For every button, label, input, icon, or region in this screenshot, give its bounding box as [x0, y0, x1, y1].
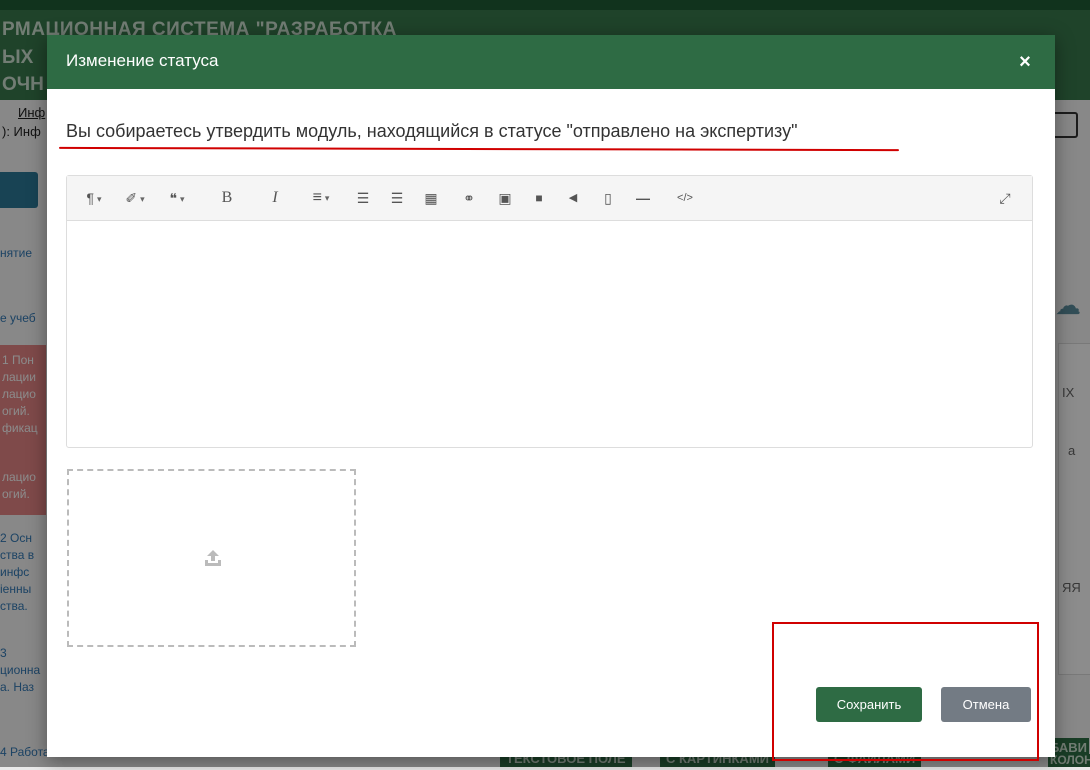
image-button[interactable]: ▣ [495, 188, 515, 208]
fullscreen-icon: ⤢ [999, 190, 1011, 206]
file-upload-dropzone[interactable] [67, 469, 356, 647]
code-icon: </> [677, 192, 693, 204]
file-button[interactable]: ▯ [598, 188, 618, 208]
quote-icon: ❝ [169, 190, 177, 206]
editor-toolbar: ¶ ▾ ✐ ▾ ❝ ▾ B I ≡ ▾ ☰ ☰ ▦ ⚭ ▣ ■ ◀ ▯ — </> ⤢ [67, 176, 1032, 221]
text-style-button[interactable]: ✐ ▾ [119, 188, 151, 208]
rich-text-editor: ¶ ▾ ✐ ▾ ❝ ▾ B I ≡ ▾ ☰ ☰ ▦ ⚭ ▣ ■ ◀ ▯ — </> ⤢ [66, 175, 1033, 448]
close-icon[interactable]: × [1011, 48, 1039, 76]
ordered-list-button[interactable]: ☰ [353, 188, 373, 208]
video-icon: ■ [535, 191, 543, 205]
code-view-button[interactable]: </> [670, 188, 700, 208]
paragraph-icon: ¶ [86, 190, 94, 206]
image-icon: ▣ [498, 190, 512, 206]
audio-button[interactable]: ◀ [563, 188, 583, 208]
status-message: Вы собираетесь утвердить модуль, находящ… [66, 121, 798, 141]
fullscreen-button[interactable]: ⤢ [995, 188, 1015, 208]
table-button[interactable]: ▦ [421, 188, 441, 208]
table-icon: ▦ [424, 190, 438, 206]
link-icon: ⚭ [463, 190, 475, 206]
unordered-list-button[interactable]: ☰ [387, 188, 407, 208]
editor-content-area[interactable] [67, 221, 1032, 447]
bold-icon: B [221, 189, 233, 206]
video-button[interactable]: ■ [529, 188, 549, 208]
upload-icon [205, 550, 221, 566]
bold-button[interactable]: B [219, 188, 235, 208]
paragraph-style-button[interactable]: ¶ ▾ [79, 188, 109, 208]
file-icon: ▯ [604, 190, 612, 206]
horizontal-rule-button[interactable]: — [631, 188, 655, 208]
modal-header: Изменение статуса × [47, 35, 1055, 89]
align-button[interactable]: ≡ ▾ [305, 188, 337, 208]
horizontal-rule-icon: — [636, 190, 650, 206]
magic-wand-icon: ✐ [125, 190, 138, 206]
quote-button[interactable]: ❝ ▾ [161, 188, 193, 208]
audio-icon: ◀ [568, 192, 578, 204]
italic-icon: I [272, 189, 278, 206]
align-icon: ≡ [312, 189, 322, 207]
ordered-list-icon: ☰ [356, 190, 370, 206]
italic-button[interactable]: I [267, 188, 283, 208]
modal-title: Изменение статуса [66, 51, 219, 70]
unordered-list-icon: ☰ [390, 190, 404, 206]
highlight-underline [58, 146, 900, 152]
highlight-box [772, 622, 1039, 761]
link-button[interactable]: ⚭ [459, 188, 479, 208]
